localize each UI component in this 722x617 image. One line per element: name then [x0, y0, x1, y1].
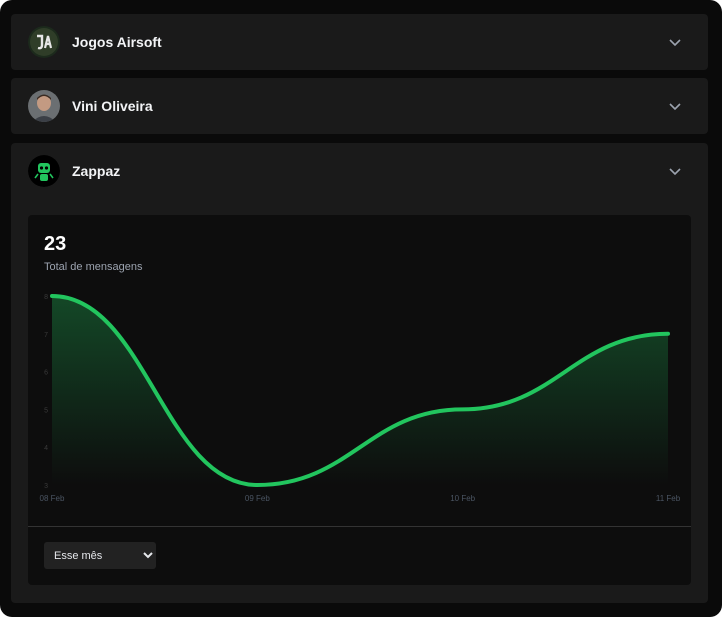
x-tick-label: 10 Feb: [450, 494, 475, 503]
y-tick-label: 5: [44, 407, 48, 414]
accordion-header-zappaz[interactable]: Zappaz: [11, 143, 708, 199]
chevron-down-icon[interactable]: [668, 164, 682, 178]
x-tick-label: 11 Feb: [656, 494, 681, 503]
account-name: Vini Oliveira: [72, 98, 153, 114]
chevron-down-icon[interactable]: [668, 99, 682, 113]
y-tick-label: 3: [44, 483, 48, 490]
account-name: Zappaz: [72, 163, 121, 179]
y-tick-label: 8: [44, 294, 48, 301]
y-tick-label: 4: [44, 445, 48, 452]
period-select[interactable]: Esse mês: [44, 542, 156, 569]
series-area: [52, 296, 668, 485]
person-photo-icon: [28, 90, 60, 122]
account-accordion-vini-oliveira: Vini Oliveira: [11, 78, 708, 134]
account-accordion-zappaz: Zappaz 23 Total de mensagens 3 4 5 6 7 8 08 Fe…: [11, 143, 708, 603]
account-name: Jogos Airsoft: [72, 34, 162, 50]
accordion-header-jogos-airsoft[interactable]: Jogos Airsoft: [11, 14, 708, 70]
messages-area-chart: 3 4 5 6 7 8 08 Feb 09 Feb 10 Feb 11 Feb: [40, 294, 681, 503]
account-accordion-jogos-airsoft: Jogos Airsoft: [11, 14, 708, 70]
divider: [28, 526, 691, 527]
chevron-down-icon[interactable]: [668, 35, 682, 49]
y-tick-label: 7: [44, 332, 48, 339]
robot-logo-icon: [28, 155, 60, 187]
total-messages-value: 23: [44, 233, 67, 255]
messages-chart-card: 23 Total de mensagens 3 4 5 6 7 8 08 Feb 09 Feb…: [28, 215, 691, 585]
y-tick-label: 6: [44, 370, 48, 377]
x-tick-label: 09 Feb: [245, 494, 270, 503]
x-tick-label: 08 Feb: [40, 494, 65, 503]
accordion-header-vini-oliveira[interactable]: Vini Oliveira: [11, 78, 708, 134]
accounts-panel: Jogos Airsoft Vini Oliveira Zappaz 23 To…: [0, 0, 722, 617]
ja-logo-icon: [28, 26, 60, 58]
total-messages-label: Total de mensagens: [44, 261, 143, 273]
